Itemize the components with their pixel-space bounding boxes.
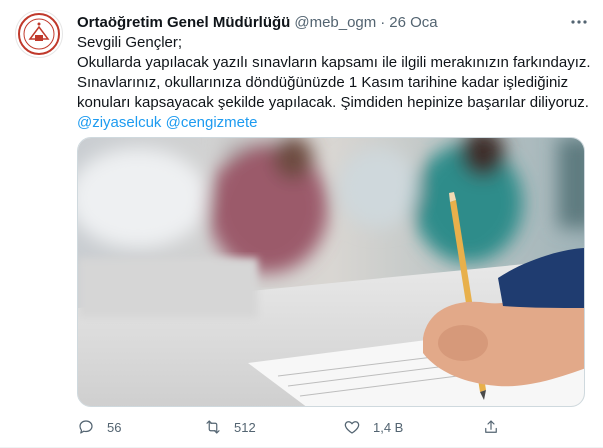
tweet-date[interactable]: 26 Oca xyxy=(389,14,437,31)
share-icon xyxy=(485,420,497,433)
tweet-actions: 56 512 1,4 B xyxy=(77,414,537,440)
like-button[interactable]: 1,4 B xyxy=(343,414,403,440)
meb-logo-icon xyxy=(18,13,60,55)
avatar[interactable] xyxy=(15,10,63,58)
more-horizontal-icon xyxy=(571,20,587,24)
share-button[interactable] xyxy=(482,414,508,440)
more-options-button[interactable] xyxy=(569,12,589,32)
reply-icon xyxy=(79,420,93,434)
reply-button[interactable]: 56 xyxy=(77,414,121,440)
display-name[interactable]: Ortaöğretim Genel Müdürlüğü xyxy=(77,14,290,31)
tweet-text: Sevgili Gençler; Okullarda yapılacak yaz… xyxy=(77,33,592,133)
tweet[interactable]: Ortaöğretim Genel Müdürlüğü @meb_ogm · 2… xyxy=(0,0,603,448)
user-handle[interactable]: @meb_ogm xyxy=(294,14,376,31)
mentions-line: @ziyaselcuk @cengizmete xyxy=(77,113,592,133)
tweet-text-line: konuları kapsayacak şekilde yapılacak. Ş… xyxy=(77,94,589,111)
tweet-photo[interactable] xyxy=(77,137,585,407)
tweet-header: Ortaöğretim Genel Müdürlüğü @meb_ogm · 2… xyxy=(77,12,589,32)
mention-link[interactable]: @ziyaselcuk xyxy=(77,114,161,131)
reply-count: 56 xyxy=(107,419,122,435)
separator-dot: · xyxy=(380,13,386,31)
retweet-button[interactable]: 512 xyxy=(204,414,256,440)
retweet-count: 512 xyxy=(234,419,256,435)
like-count: 1,4 B xyxy=(373,419,404,435)
heart-icon xyxy=(344,421,360,434)
retweet-icon xyxy=(206,420,220,434)
tweet-text-line: Sevgili Gençler; xyxy=(77,34,183,51)
tweet-text-line: Okullarda yapılacak yazılı sınavların ka… xyxy=(77,54,591,71)
exam-writing-photo xyxy=(78,138,584,406)
tweet-text-line: Sınavlarınız, okullarınıza döndüğünüzde … xyxy=(77,74,569,91)
mention-link[interactable]: @cengizmete xyxy=(166,114,258,131)
